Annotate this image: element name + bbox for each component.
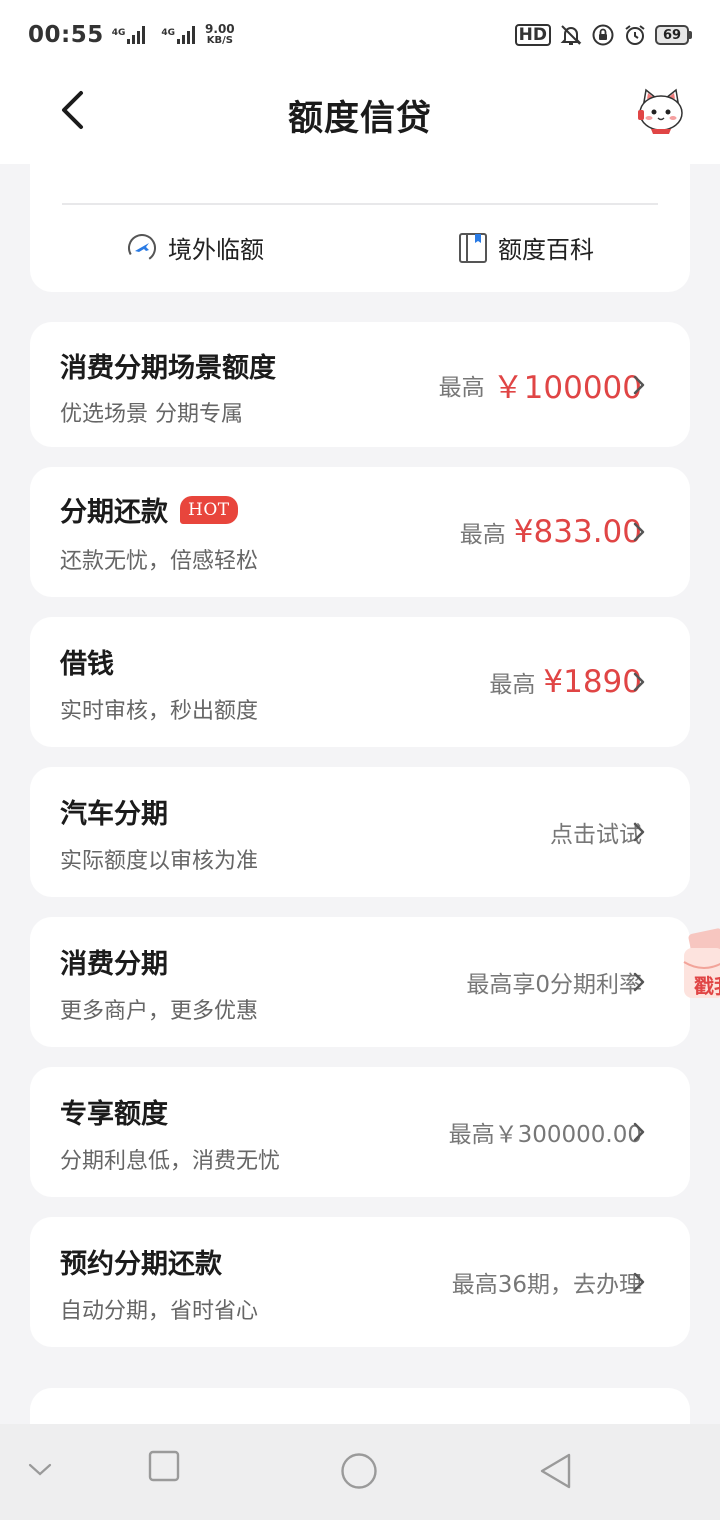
card-title: 预约分期还款: [60, 1242, 222, 1281]
card-consumer-installment[interactable]: 消费分期 更多商户，更多优惠 最高享0分期利率: [30, 917, 690, 1047]
quick-link-credit-wiki[interactable]: 额度百科: [458, 230, 594, 265]
book-icon: [459, 232, 487, 263]
signal-1: 4G: [112, 26, 154, 44]
mute-bell-icon: [560, 25, 582, 45]
speed-unit: KB/S: [206, 35, 233, 46]
hd-label: HD: [514, 24, 551, 46]
card-title-text: 汽车分期: [60, 799, 168, 830]
card-right: 点击试试: [550, 767, 642, 897]
battery-icon: 69: [655, 25, 692, 45]
quick-link-label: 境外临额: [168, 236, 264, 264]
network-speed: 9.00 KB/S: [205, 23, 235, 47]
signal-bars-icon: [177, 26, 196, 44]
status-bar: 00:55 4G 4G 9.00 KB/S HD 69: [0, 0, 720, 70]
card-title: 消费分期: [60, 942, 168, 981]
card-amount: ¥833.00: [513, 514, 642, 550]
card-subtitle: 实时审核，秒出额度: [60, 699, 259, 724]
card-subtitle: 还款无忧，倍感轻松: [60, 549, 259, 574]
card-scheduled-installment[interactable]: 预约分期还款 自动分期，省时省心 最高36期，去办理: [30, 1217, 690, 1347]
chevron-right-icon: [633, 522, 645, 542]
card-right-text: 最高￥300000.00: [448, 1122, 642, 1148]
mascot-avatar-icon[interactable]: [636, 88, 686, 134]
quick-links-card: 境外临额 额度百科: [30, 164, 690, 292]
signal-1-tag: 4G: [111, 28, 126, 38]
card-borrow[interactable]: 借钱 实时审核，秒出额度 最高 ¥1890: [30, 617, 690, 747]
hd-icon: HD: [514, 24, 551, 46]
card-right-text: 最高36期，去办理: [451, 1272, 642, 1298]
signal-2-tag: 4G: [161, 28, 176, 38]
card-title: 消费分期场景额度: [60, 346, 276, 385]
card-subtitle: 分期利息低，消费无忧: [60, 1149, 281, 1174]
card-title: 专享额度: [60, 1092, 168, 1131]
status-icons: HD 69: [514, 23, 692, 47]
lock-rotation-icon: [592, 24, 614, 46]
card-title: 汽车分期: [60, 792, 168, 831]
card-subtitle: 更多商户，更多优惠: [60, 999, 259, 1024]
quick-link-overseas-limit[interactable]: 境外临额: [126, 230, 264, 265]
chevron-down-icon[interactable]: [28, 1462, 52, 1478]
card-right: 最高 ¥1890: [489, 617, 642, 747]
hot-badge: HOT: [180, 495, 238, 524]
app-header: 额度信贷: [0, 70, 720, 164]
card-right: 最高36期，去办理: [452, 1217, 642, 1347]
chevron-right-icon: [633, 672, 645, 692]
card-title-text: 借钱: [60, 649, 114, 680]
chevron-right-icon: [633, 375, 645, 395]
card-title: 借钱: [60, 642, 114, 681]
card-right-text: 点击试试: [550, 822, 642, 848]
chevron-right-icon: [633, 1122, 645, 1142]
card-installment-repayment[interactable]: 分期还款 HOT 还款无忧，倍感轻松 最高 ¥833.00: [30, 467, 690, 597]
floating-promo[interactable]: 戳我: [682, 928, 720, 1010]
card-subtitle: 优选场景 分期专属: [60, 402, 243, 427]
page-title: 额度信贷: [287, 99, 432, 139]
card-exclusive-limit[interactable]: 专享额度 分期利息低，消费无忧 最高￥300000.00: [30, 1067, 690, 1197]
airplane-icon: [127, 233, 156, 262]
card-consumer-scene-limit[interactable]: 消费分期场景额度 优选场景 分期专属 最高 ￥100000: [30, 322, 690, 447]
card-right-label: 最高: [489, 672, 536, 698]
card-subtitle: 实际额度以审核为准: [60, 849, 259, 874]
alarm-icon: [625, 25, 645, 45]
card-right: 最高￥300000.00: [449, 1067, 642, 1197]
chevron-right-icon: [633, 1272, 645, 1292]
quick-link-label: 额度百科: [498, 236, 594, 264]
floating-promo-text: 戳我: [694, 974, 720, 998]
card-title: 分期还款 HOT: [60, 490, 238, 529]
card-right-label: 最高: [459, 522, 506, 548]
card-right-text: 最高享0分期利率: [466, 972, 642, 998]
recents-square-icon[interactable]: [148, 1450, 180, 1482]
chevron-right-icon: [633, 972, 645, 992]
card-amount: ¥1890: [543, 664, 642, 700]
card-partial: [30, 1388, 690, 1428]
card-title-text: 消费分期: [60, 949, 168, 980]
back-triangle-icon[interactable]: [538, 1452, 572, 1490]
card-right-label: 最高: [438, 374, 485, 401]
card-title-text: 预约分期还款: [60, 1249, 222, 1280]
card-right: 最高 ¥833.00: [460, 467, 642, 597]
card-title-text: 分期还款: [60, 497, 168, 528]
home-circle-icon[interactable]: [340, 1452, 378, 1490]
status-time: 00:55: [28, 22, 104, 48]
card-title-text: 消费分期场景额度: [60, 353, 276, 384]
card-car-installment[interactable]: 汽车分期 实际额度以审核为准 点击试试: [30, 767, 690, 897]
speed-value: 9.00: [205, 22, 235, 36]
card-subtitle: 自动分期，省时省心: [60, 1299, 259, 1324]
signal-2: 4G: [161, 26, 203, 44]
card-title-text: 专享额度: [60, 1099, 168, 1130]
system-nav-bar: [0, 1424, 720, 1520]
signal-bars-icon: [127, 26, 146, 44]
card-right: 最高 ￥100000: [439, 322, 642, 447]
divider: [62, 203, 658, 205]
chevron-right-icon: [633, 822, 645, 842]
battery-level: 69: [655, 25, 689, 45]
card-right: 最高享0分期利率: [466, 917, 642, 1047]
card-amount: ￥100000: [492, 370, 642, 406]
